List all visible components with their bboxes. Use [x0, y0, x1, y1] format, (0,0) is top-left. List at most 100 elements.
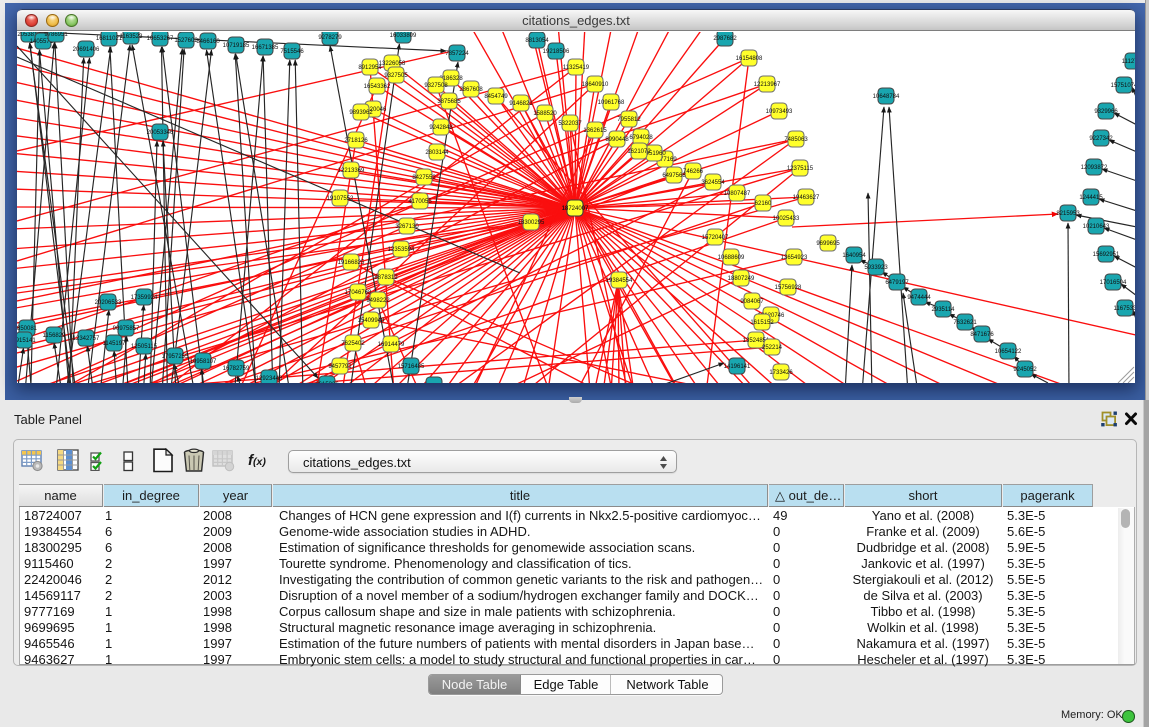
svg-text:9327508: 9327508 — [424, 83, 448, 89]
svg-text:8878312: 8878312 — [374, 275, 398, 281]
svg-text:1733426: 1733426 — [769, 370, 793, 376]
svg-text:9329966: 9329966 — [1094, 109, 1118, 115]
svg-text:18300295: 18300295 — [518, 220, 545, 226]
svg-text:1615152: 1615152 — [750, 320, 774, 326]
svg-text:15692951: 15692951 — [1093, 252, 1120, 258]
svg-text:10958107: 10958107 — [190, 359, 217, 365]
svg-text:12505115: 12505115 — [131, 344, 158, 350]
svg-text:13654923: 13654923 — [781, 255, 808, 261]
svg-text:16033809: 16033809 — [390, 33, 417, 39]
svg-text:19463627: 19463627 — [793, 195, 820, 201]
svg-text:6794028: 6794028 — [629, 135, 653, 141]
svg-text:10807487: 10807487 — [724, 191, 751, 197]
svg-text:18640910: 18640910 — [582, 82, 609, 88]
svg-text:90975857: 90975857 — [113, 326, 140, 332]
svg-text:3875685: 3875685 — [437, 99, 461, 105]
svg-text:3624554: 3624554 — [701, 180, 725, 186]
svg-text:15751074: 15751074 — [1111, 83, 1135, 89]
svg-text:16782759: 16782759 — [223, 366, 250, 372]
svg-text:62160: 62160 — [755, 201, 772, 207]
svg-text:8990448: 8990448 — [605, 137, 629, 143]
svg-text:1640954: 1640954 — [842, 253, 866, 259]
svg-text:10025433: 10025433 — [773, 216, 800, 222]
svg-text:4170055: 4170055 — [408, 199, 432, 205]
svg-text:8454749: 8454749 — [484, 94, 508, 100]
svg-text:9245052: 9245052 — [1013, 367, 1037, 373]
svg-text:9457791: 9457791 — [328, 364, 352, 370]
svg-text:9615326: 9615326 — [315, 382, 339, 383]
svg-text:15720407: 15720407 — [702, 235, 729, 241]
svg-text:5322037: 5322037 — [558, 121, 582, 127]
svg-text:18807249: 18807249 — [728, 276, 755, 282]
svg-text:1588520: 1588520 — [533, 111, 557, 117]
svg-text:15409948: 15409948 — [358, 318, 385, 324]
svg-text:12093872: 12093872 — [1081, 165, 1108, 171]
svg-text:6479197: 6479197 — [885, 280, 909, 286]
svg-text:8813054: 8813054 — [525, 38, 549, 44]
svg-text:16914479: 16914479 — [378, 342, 405, 348]
svg-text:10719185: 10719185 — [223, 43, 250, 49]
svg-text:746266: 746266 — [683, 169, 704, 175]
svg-text:9278279: 9278279 — [318, 35, 342, 41]
svg-text:1156829: 1156829 — [43, 333, 67, 339]
svg-text:12213369: 12213369 — [338, 168, 365, 174]
svg-text:10973493: 10973493 — [766, 109, 793, 115]
svg-text:8466160: 8466160 — [196, 39, 220, 45]
svg-text:5933923: 5933923 — [864, 265, 888, 271]
svg-text:8427552: 8427552 — [412, 175, 436, 181]
svg-text:19107552: 19107552 — [327, 196, 354, 202]
svg-text:8215953: 8215953 — [1056, 211, 1080, 217]
svg-text:7485063: 7485063 — [784, 137, 808, 143]
svg-text:12213967: 12213967 — [754, 82, 781, 88]
svg-text:17046768: 17046768 — [345, 290, 372, 296]
svg-text:9699695: 9699695 — [816, 241, 840, 247]
svg-text:18724007: 18724007 — [562, 206, 589, 212]
svg-text:3915141: 3915141 — [17, 338, 36, 344]
svg-text:10688609: 10688609 — [718, 255, 745, 261]
svg-text:17359924: 17359924 — [131, 295, 158, 301]
svg-text:252214: 252214 — [762, 345, 783, 351]
svg-text:19384554: 19384554 — [606, 278, 633, 284]
svg-text:850081: 850081 — [17, 326, 38, 332]
svg-text:9498222: 9498222 — [366, 298, 390, 304]
svg-text:2935114: 2935114 — [932, 307, 956, 313]
svg-text:1362615: 1362615 — [583, 128, 607, 134]
svg-text:2867608: 2867608 — [459, 87, 483, 93]
svg-text:15756928: 15756928 — [775, 285, 802, 291]
svg-text:17957255: 17957255 — [162, 354, 189, 360]
svg-text:20206533: 20206533 — [95, 300, 122, 306]
svg-text:9786951: 9786951 — [44, 32, 68, 38]
svg-text:7632621: 7632621 — [953, 320, 977, 326]
svg-text:10648784: 10648784 — [873, 94, 900, 100]
svg-text:9242848: 9242848 — [429, 125, 453, 131]
svg-text:2803144: 2803144 — [425, 150, 449, 156]
svg-text:12923448: 12923448 — [256, 376, 283, 382]
svg-text:9227342: 9227342 — [1089, 136, 1113, 142]
svg-text:1244415: 1244415 — [1079, 195, 1103, 201]
svg-text:9146821: 9146821 — [509, 101, 533, 107]
svg-text:10653267: 10653267 — [147, 36, 174, 42]
svg-text:12353594: 12353594 — [388, 247, 415, 253]
svg-text:1527602: 1527602 — [174, 38, 198, 44]
svg-text:16154808: 16154808 — [736, 56, 763, 62]
svg-text:9893962: 9893962 — [349, 110, 373, 116]
svg-text:13226058: 13226058 — [379, 61, 406, 67]
svg-text:7515546: 7515546 — [280, 49, 304, 55]
svg-text:8471676: 8471676 — [970, 332, 994, 338]
svg-text:9474444: 9474444 — [907, 295, 931, 301]
svg-text:2987682: 2987682 — [713, 36, 737, 42]
svg-text:12375115: 12375115 — [787, 166, 814, 172]
svg-text:17016504: 17016504 — [1100, 280, 1127, 286]
svg-text:20691406: 20691406 — [73, 47, 100, 53]
svg-text:1167533: 1167533 — [1114, 306, 1135, 312]
svg-text:3267130: 3267130 — [395, 224, 419, 230]
svg-text:11325419: 11325419 — [563, 65, 590, 71]
svg-text:7857224: 7857224 — [445, 51, 469, 57]
svg-text:16543362: 16543362 — [364, 84, 391, 90]
svg-text:14196141: 14196141 — [724, 364, 751, 370]
svg-text:6497568: 6497568 — [662, 173, 686, 179]
svg-text:9327505: 9327505 — [384, 73, 408, 79]
svg-text:7955812: 7955812 — [617, 117, 641, 123]
svg-text:16671385: 16671385 — [252, 45, 279, 51]
svg-text:1621072: 1621072 — [627, 149, 651, 155]
